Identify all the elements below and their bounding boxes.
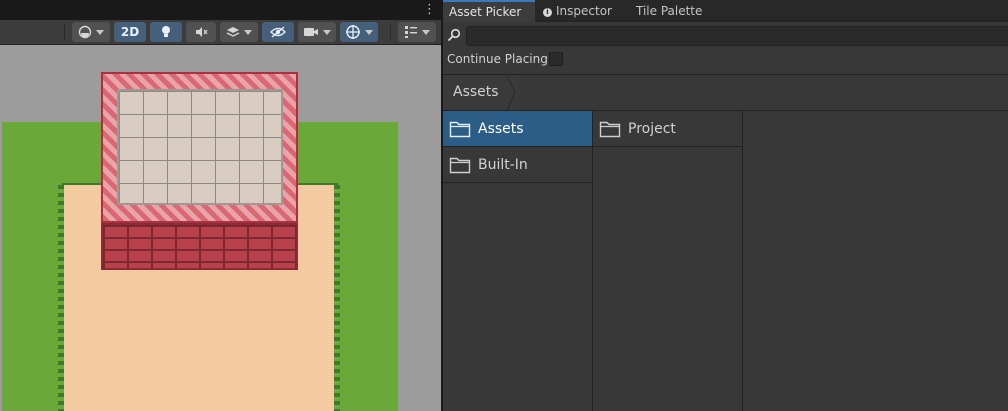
2d-mode-toggle[interactable]: 2D xyxy=(114,22,146,42)
shading-sphere-icon xyxy=(78,25,92,39)
scene-toolbar: 2D xyxy=(0,20,441,45)
toolbar-separator xyxy=(64,24,65,40)
scene-visibility-toggle[interactable] xyxy=(262,22,294,42)
folder-icon xyxy=(599,121,621,137)
folder-label: Assets xyxy=(478,120,524,137)
info-icon: i xyxy=(543,8,552,17)
scene-audio-toggle[interactable] xyxy=(186,22,216,42)
shading-mode-dropdown[interactable] xyxy=(72,22,110,42)
sand-left-edge xyxy=(58,185,64,411)
scene-more-options-icon[interactable]: ⋮ xyxy=(423,3,436,17)
chevron-down-icon xyxy=(365,29,373,35)
chevron-down-icon xyxy=(422,29,430,35)
scene-view-panel: ⋮ 2D xyxy=(0,0,441,411)
folder-column-empty xyxy=(743,111,1008,411)
scene-camera-dropdown[interactable] xyxy=(298,22,336,42)
scene-lighting-toggle[interactable] xyxy=(150,22,182,42)
scene-view-header: ⋮ xyxy=(0,0,441,20)
asset-picker-panel: Asset Picker i Inspector Tile Palette Con… xyxy=(443,0,1008,411)
search-input[interactable] xyxy=(466,26,1008,46)
folder-item-assets[interactable]: Assets xyxy=(443,111,592,147)
building-tiles xyxy=(101,72,298,270)
gizmos-dropdown[interactable] xyxy=(340,22,378,42)
folder-icon xyxy=(449,121,471,137)
scene-effects-dropdown[interactable] xyxy=(220,22,258,42)
folder-label: Project xyxy=(628,120,676,137)
tab-strip: Asset Picker i Inspector Tile Palette xyxy=(443,0,1008,22)
chevron-down-icon xyxy=(244,29,252,35)
folder-column-children: Project xyxy=(593,111,743,411)
overlays-grid-icon xyxy=(405,26,417,38)
tab-inspector[interactable]: i Inspector xyxy=(537,0,621,22)
search-row xyxy=(443,23,1008,47)
camera-icon xyxy=(304,28,318,36)
sand-right-edge xyxy=(334,185,340,411)
chevron-down-icon xyxy=(323,29,331,35)
scene-canvas[interactable] xyxy=(0,45,441,411)
lightbulb-icon xyxy=(162,26,170,37)
overlays-dropdown[interactable] xyxy=(398,22,436,42)
folder-icon xyxy=(449,157,471,173)
tab-asset-picker[interactable]: Asset Picker xyxy=(443,0,535,22)
roof-floor-grid xyxy=(117,89,283,205)
tab-tile-palette[interactable]: Tile Palette xyxy=(630,0,714,22)
toolbar-separator xyxy=(390,24,391,40)
chevron-down-icon xyxy=(96,29,104,35)
breadcrumb: Assets xyxy=(443,74,1008,111)
hidden-eye-icon xyxy=(270,26,286,38)
search-icon xyxy=(447,28,461,42)
audio-mute-icon xyxy=(196,27,208,37)
continue-placing-row: Continue Placing xyxy=(443,47,1008,73)
folder-item-project[interactable]: Project xyxy=(593,111,742,147)
brick-wall-tiles xyxy=(101,223,298,270)
tab-label: Inspector xyxy=(556,4,612,18)
gizmo-target-icon xyxy=(346,25,360,39)
chevron-right-icon xyxy=(507,75,516,110)
fx-layers-icon xyxy=(226,27,240,37)
breadcrumb-label: Assets xyxy=(453,84,499,100)
tab-label: Asset Picker xyxy=(449,5,522,19)
continue-placing-label: Continue Placing xyxy=(447,52,548,66)
folder-label: Built-In xyxy=(478,156,528,173)
roof-tiles xyxy=(101,72,298,223)
continue-placing-checkbox[interactable] xyxy=(549,52,563,66)
folder-item-built-in[interactable]: Built-In xyxy=(443,147,592,183)
tab-label: Tile Palette xyxy=(636,4,703,18)
folder-column-roots: Assets Built-In xyxy=(443,111,593,411)
